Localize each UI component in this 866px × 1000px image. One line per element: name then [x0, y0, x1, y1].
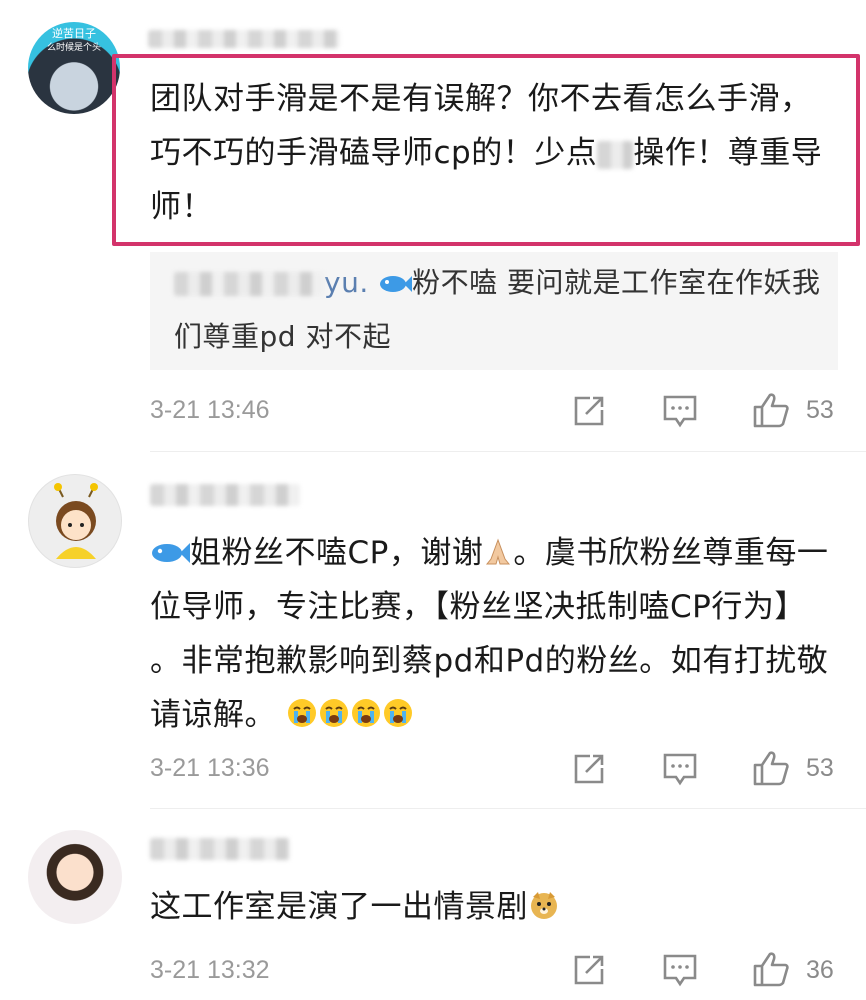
- avatar[interactable]: 逆苦日子 么时候是个头: [28, 22, 120, 114]
- share-icon[interactable]: [572, 953, 606, 987]
- share-icon[interactable]: [572, 394, 606, 428]
- crying-emoji-icon: [352, 699, 381, 727]
- avatar[interactable]: [28, 830, 122, 924]
- redacted-text: [597, 141, 634, 169]
- crying-emoji-icon: [288, 699, 317, 727]
- username-blurred[interactable]: [150, 484, 300, 506]
- crying-emoji-group: [276, 697, 414, 733]
- fish-emoji-icon: [152, 543, 190, 563]
- username-blurred[interactable]: [150, 838, 290, 860]
- avatar[interactable]: [28, 474, 122, 568]
- like-count: 53: [806, 396, 834, 424]
- comment-time: 3-21 13:32: [150, 956, 270, 984]
- reply-text: yu. 粉不嗑 要问就是工作室在作妖我们尊重pd 对不起: [174, 266, 821, 353]
- like-count: 36: [806, 956, 834, 984]
- reply-username-blurred[interactable]: [174, 272, 324, 296]
- share-icon[interactable]: [572, 752, 606, 786]
- avatar-caption: 逆苦日子 么时候是个头: [46, 28, 101, 52]
- fish-emoji-icon: [380, 276, 413, 292]
- pray-emoji-icon: [486, 538, 511, 565]
- comment-icon[interactable]: [662, 752, 698, 786]
- girl-avatar-icon: [54, 483, 98, 559]
- crying-emoji-icon: [384, 699, 413, 727]
- crying-emoji-icon: [320, 699, 349, 727]
- comment-icon[interactable]: [662, 394, 698, 428]
- comment-time: 3-21 13:36: [150, 754, 270, 782]
- thumbs-up-icon[interactable]: [752, 392, 790, 428]
- comment-text: 姐粉丝不嗑CP，谢谢 。虞书欣粉丝尊重每一位导师，专注比赛，【粉丝坚决抵制嗑CP…: [150, 535, 829, 733]
- divider: [150, 451, 866, 452]
- doge-emoji-icon: [531, 892, 557, 919]
- thumbs-up-icon[interactable]: [752, 750, 790, 786]
- username-blurred[interactable]: [148, 30, 340, 48]
- comment-text: 团队对手滑是不是有误解？你不去看怎么手滑，巧不巧的手滑磕导师cp的！少点 操作！尊…: [150, 81, 823, 225]
- like-count: 53: [806, 754, 834, 782]
- reply-box[interactable]: yu. 粉不嗑 要问就是工作室在作妖我们尊重pd 对不起: [150, 252, 838, 370]
- comment-text: 这工作室是演了一出情景剧: [150, 880, 840, 934]
- comment-icon[interactable]: [662, 953, 698, 987]
- comment-time: 3-21 13:46: [150, 396, 270, 424]
- thumbs-up-icon[interactable]: [752, 951, 790, 987]
- divider: [150, 808, 866, 809]
